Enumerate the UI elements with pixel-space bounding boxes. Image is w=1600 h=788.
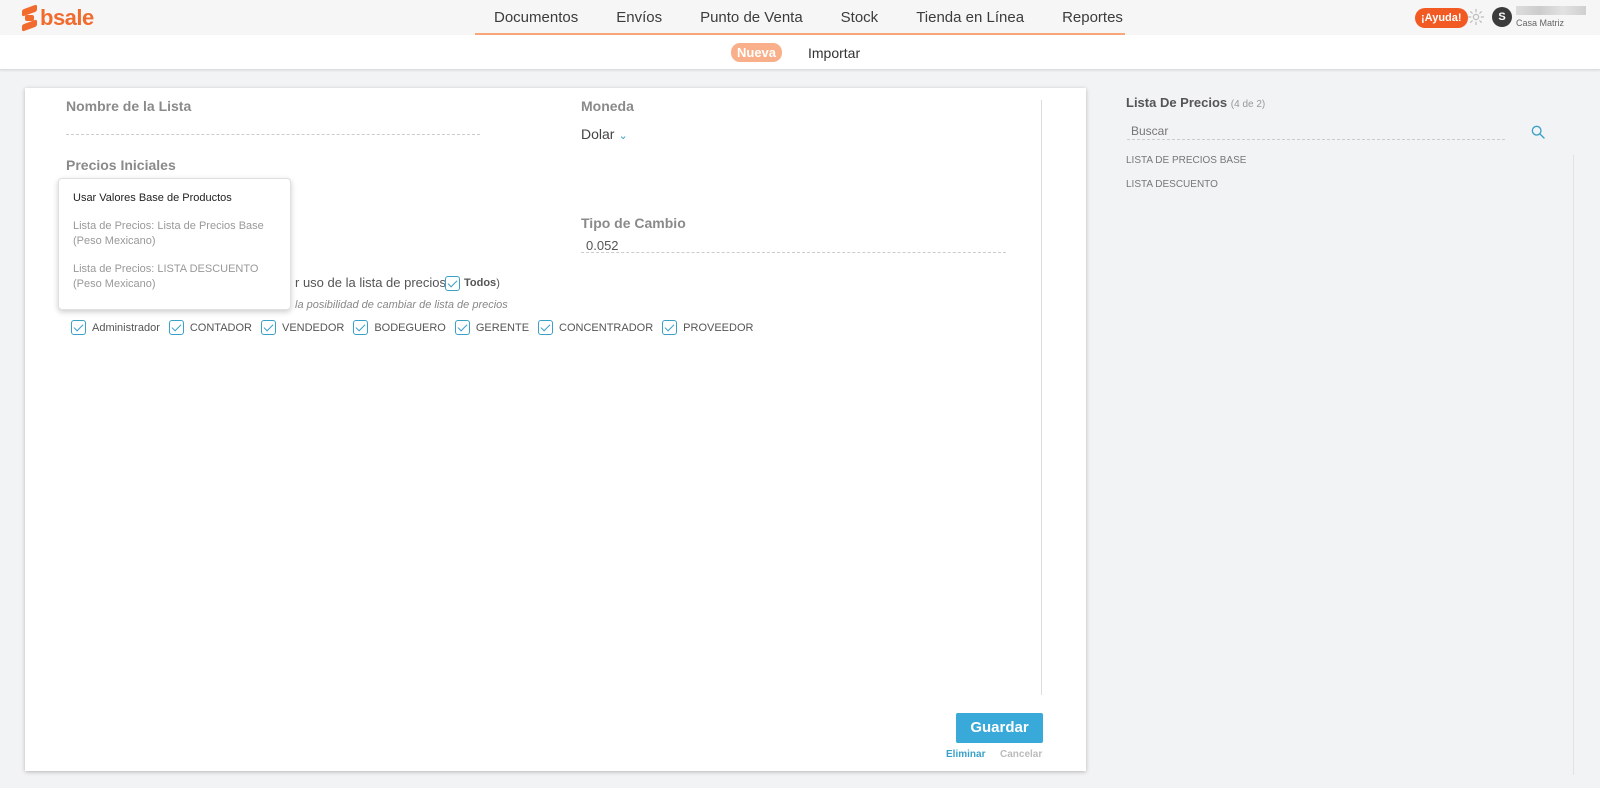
- price-lists-title-text: Lista De Precios: [1126, 95, 1228, 110]
- todos-label: Todos: [464, 277, 497, 290]
- permission-text: r uso de la lista de precios (: [295, 275, 454, 290]
- search-icon[interactable]: [1530, 124, 1546, 140]
- menu-documentos[interactable]: Documentos: [475, 0, 597, 33]
- check-icon[interactable]: [353, 320, 369, 335]
- exchange-rate-input[interactable]: 0.052: [586, 238, 619, 253]
- todos-check-icon[interactable]: [445, 276, 460, 291]
- menu-tienda-en-linea[interactable]: Tienda en Línea: [897, 0, 1043, 33]
- role-label: Administrador: [92, 321, 160, 334]
- role-label: CONTADOR: [189, 321, 252, 334]
- initial-prices-dropdown: Usar Valores Base de Productos Lista de …: [58, 178, 291, 310]
- price-lists-count: (4 de 2): [1230, 99, 1266, 110]
- list-name-label: Nombre de la Lista: [66, 98, 192, 114]
- gear-icon[interactable]: [1467, 8, 1485, 26]
- role-label: VENDEDOR: [282, 321, 345, 334]
- role-label: CONCENTRADOR: [559, 321, 654, 334]
- todos-checkbox[interactable]: Todos): [445, 276, 500, 291]
- tab-importar[interactable]: Importar: [808, 45, 860, 61]
- menu-envios[interactable]: Envíos: [597, 0, 681, 33]
- help-button[interactable]: ¡Ayuda!: [1415, 8, 1468, 28]
- save-button[interactable]: Guardar: [956, 713, 1043, 743]
- check-icon[interactable]: [71, 320, 86, 335]
- avatar[interactable]: S: [1492, 7, 1512, 27]
- search-input[interactable]: [1127, 122, 1505, 140]
- exchange-rate-label: Tipo de Cambio: [581, 215, 686, 231]
- role-concentrador[interactable]: CONCENTRADOR: [538, 320, 653, 335]
- menu-reportes[interactable]: Reportes: [1043, 0, 1142, 33]
- menu-stock[interactable]: Stock: [822, 0, 898, 33]
- dropdown-option[interactable]: Lista de Precios: Lista de Precios Base …: [73, 219, 276, 249]
- exchange-rate-underline: [581, 252, 1006, 253]
- list-item[interactable]: LISTA DE PRECIOS BASE: [1126, 155, 1246, 166]
- cancel-link[interactable]: Cancelar: [1000, 749, 1042, 760]
- check-icon[interactable]: [261, 320, 276, 335]
- initial-prices-label: Precios Iniciales: [66, 157, 176, 173]
- logo-mark-icon: [22, 4, 37, 32]
- roles-checkbox-list: Administrador CONTADOR VENDEDOR BODEGUER…: [71, 320, 753, 335]
- price-lists-title: Lista De Precios (4 de 2): [1126, 95, 1265, 110]
- sub-navbar: Nueva Importar: [0, 35, 1600, 70]
- branch-label[interactable]: Casa Matriz: [1516, 18, 1564, 28]
- currency-select[interactable]: Dolar ⌄: [581, 126, 628, 142]
- check-icon[interactable]: [168, 320, 184, 335]
- user-name-redacted: [1516, 6, 1586, 15]
- dropdown-option[interactable]: Usar Valores Base de Productos: [73, 191, 276, 206]
- logo-text: bsale: [40, 5, 94, 30]
- chevron-down-icon: ⌄: [618, 130, 628, 142]
- currency-value: Dolar: [581, 126, 615, 142]
- role-vendedor[interactable]: VENDEDOR: [261, 320, 344, 335]
- list-item[interactable]: LISTA DESCUENTO: [1126, 179, 1218, 190]
- card-divider: [1041, 100, 1042, 695]
- role-label: PROVEEDOR: [683, 321, 754, 334]
- menu-punto-de-venta[interactable]: Punto de Venta: [681, 0, 822, 33]
- check-icon[interactable]: [662, 320, 678, 335]
- role-label: GERENTE: [475, 321, 530, 334]
- check-icon[interactable]: [538, 320, 554, 335]
- role-gerente[interactable]: GERENTE: [454, 320, 530, 335]
- delete-link[interactable]: Eliminar: [946, 749, 985, 760]
- tab-nueva[interactable]: Nueva: [731, 43, 783, 62]
- bsale-logo[interactable]: bsale: [22, 4, 94, 32]
- dropdown-option[interactable]: Lista de Precios: LISTA DESCUENTO (Peso …: [73, 262, 276, 292]
- role-proveedor[interactable]: PROVEEDOR: [662, 320, 753, 335]
- role-contador[interactable]: CONTADOR: [168, 320, 252, 335]
- role-label: BODEGUERO: [374, 321, 446, 334]
- right-panel-divider: [1573, 155, 1574, 775]
- list-name-input[interactable]: [66, 134, 480, 135]
- main-menu: Documentos Envíos Punto de Venta Stock T…: [475, 0, 1125, 35]
- permission-note: la posibilidad de cambiar de lista de pr…: [295, 299, 508, 311]
- top-navbar: bsale Documentos Envíos Punto de Venta S…: [0, 0, 1600, 35]
- check-icon[interactable]: [454, 320, 470, 335]
- role-bodeguero[interactable]: BODEGUERO: [353, 320, 446, 335]
- currency-label: Moneda: [581, 98, 634, 114]
- role-administrador[interactable]: Administrador: [71, 320, 160, 335]
